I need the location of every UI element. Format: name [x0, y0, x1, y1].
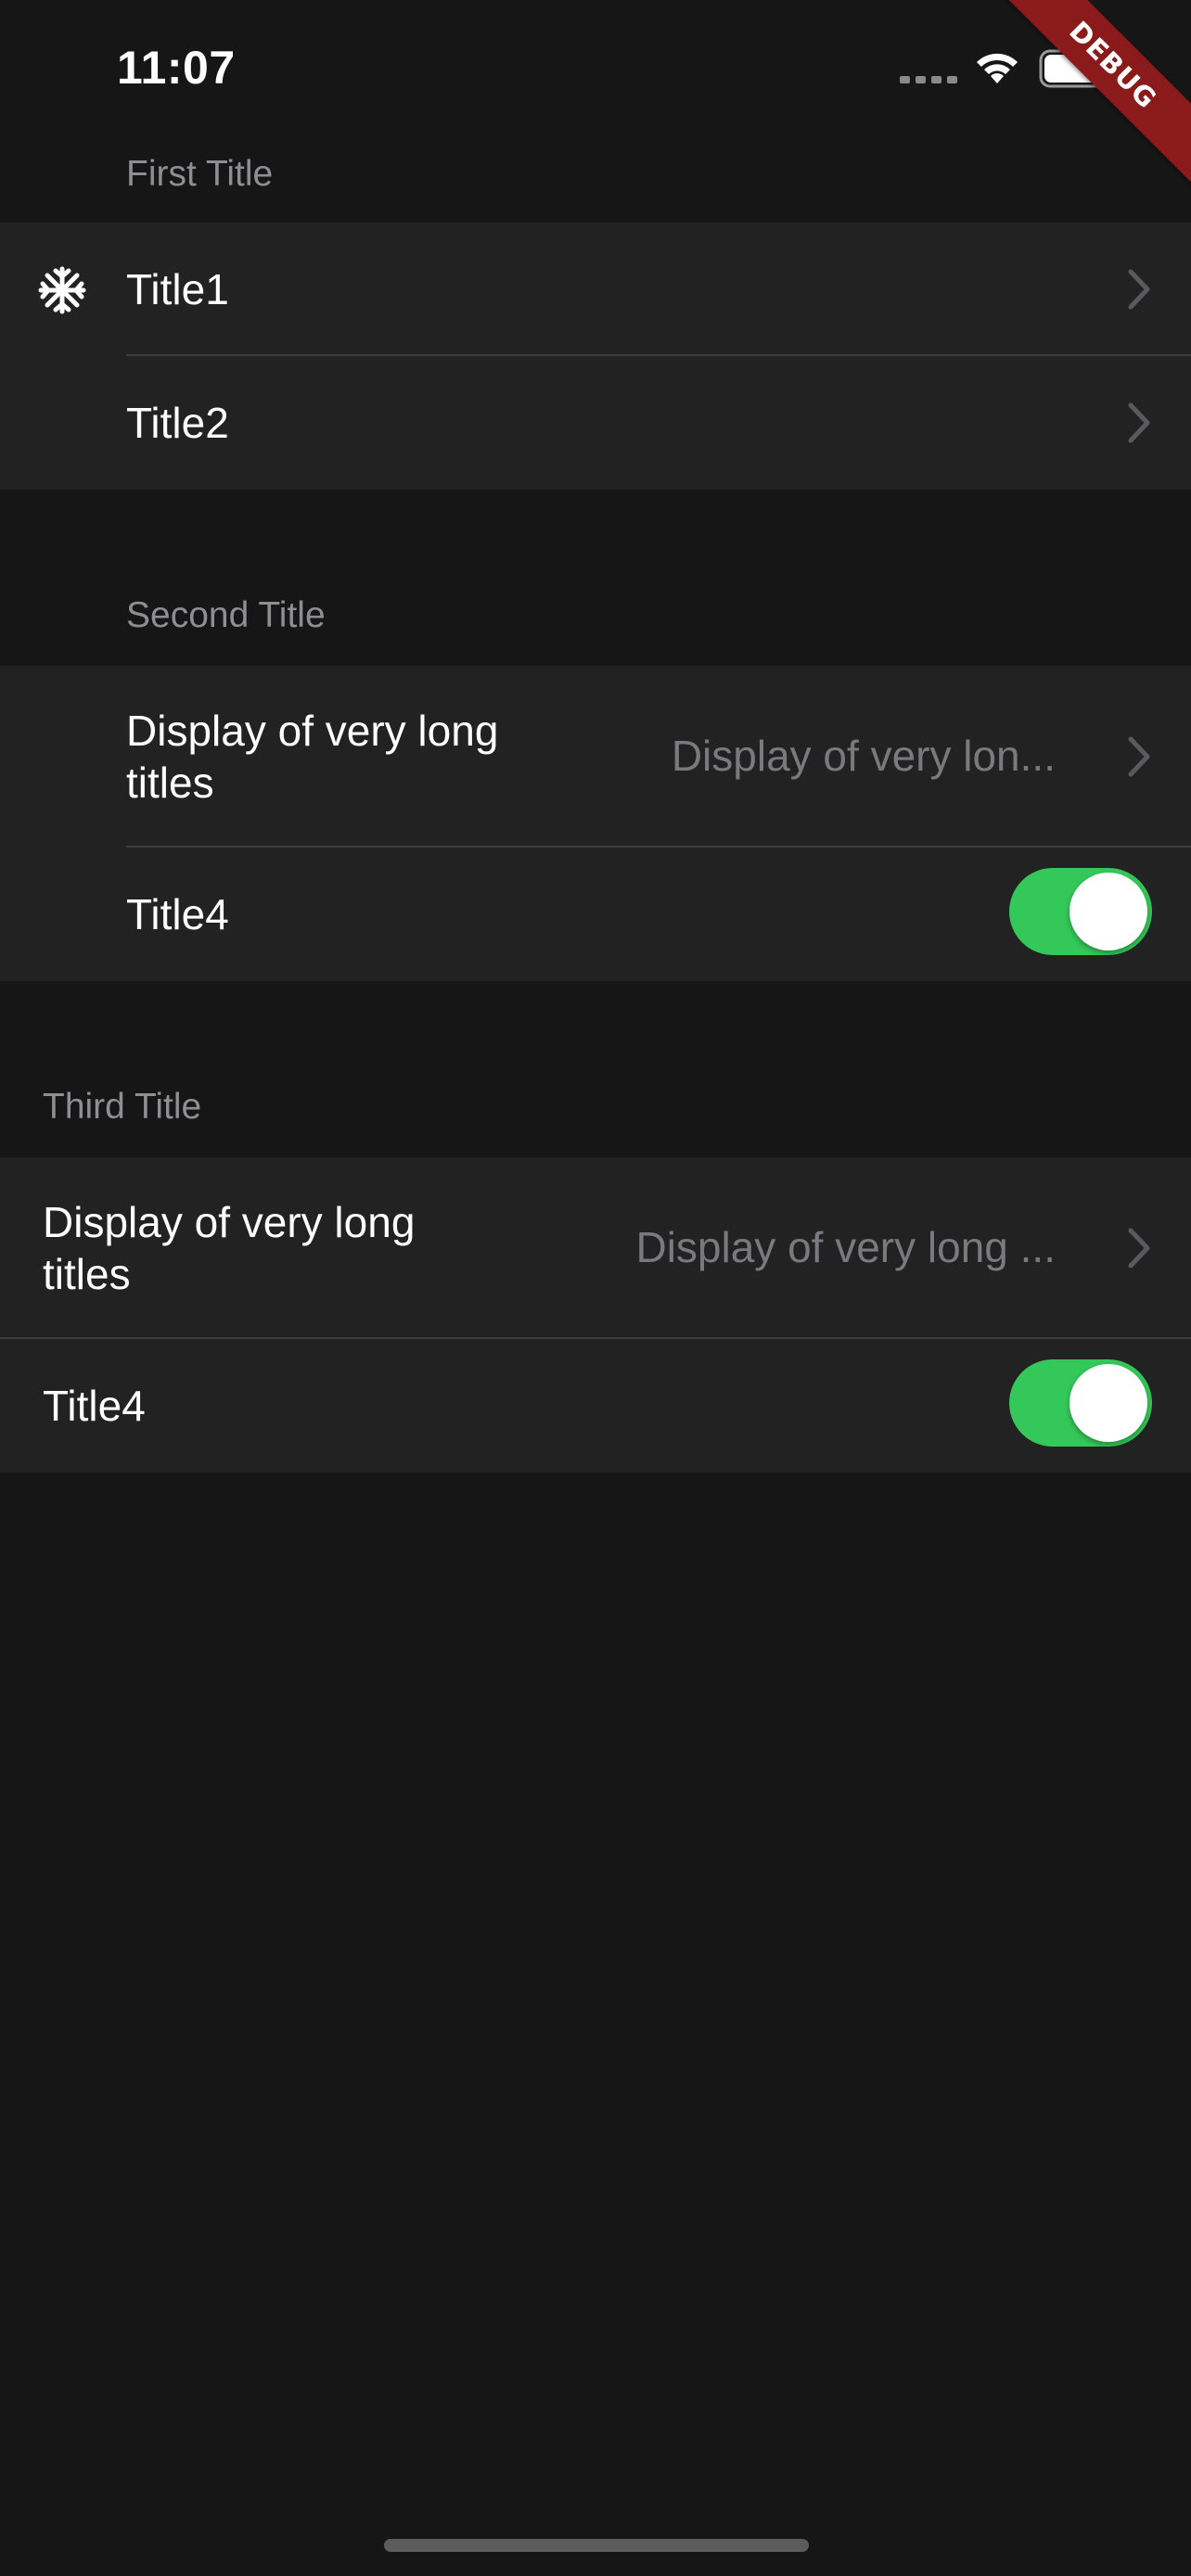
chevron-right-icon — [1128, 736, 1150, 777]
list-item-title4[interactable]: Title4 — [0, 1339, 1191, 1473]
toggle-knob — [1069, 873, 1147, 950]
section-header-second: Second Title — [126, 595, 326, 635]
status-time: 11:07 — [117, 42, 236, 94]
section-header-first: First Title — [126, 154, 274, 194]
section-header-third: Third Title — [43, 1087, 202, 1127]
list-item-value: Display of very lon... — [671, 732, 1056, 780]
toggle-knob — [1069, 1364, 1147, 1442]
title4-toggle[interactable] — [1009, 1359, 1152, 1447]
chevron-right-icon — [1128, 1228, 1150, 1269]
list-item-value: Display of very long ... — [635, 1223, 1056, 1271]
list-item-title: Title2 — [126, 399, 229, 447]
chevron-right-icon — [1128, 402, 1150, 443]
section-group-first: Title1 Title2 — [0, 223, 1191, 490]
list-item-title2[interactable]: Title2 — [0, 356, 1191, 490]
list-item-title1[interactable]: Title1 — [0, 223, 1191, 356]
wifi-icon — [977, 53, 1018, 83]
title4-toggle[interactable] — [1009, 868, 1152, 955]
list-item-title: Display of very long titles — [43, 1198, 416, 1298]
list-item-title: Title4 — [43, 1382, 146, 1430]
section-group-third: Display of very long titles Display of v… — [0, 1157, 1191, 1473]
status-bar: 11:07 — [0, 0, 1191, 130]
home-indicator[interactable] — [384, 2539, 809, 2552]
list-item-long-title[interactable]: Display of very long titles Display of v… — [0, 1157, 1191, 1339]
cellular-signal-icon — [900, 76, 957, 83]
list-item-title: Title4 — [126, 890, 229, 938]
list-item-title: Title1 — [126, 265, 229, 313]
list-item-title4[interactable]: Title4 — [0, 848, 1191, 981]
section-group-second: Display of very long titles Display of v… — [0, 666, 1191, 981]
list-item-title: Display of very long titles — [126, 707, 499, 807]
list-item-long-title[interactable]: Display of very long titles Display of v… — [0, 666, 1191, 848]
snowflake-icon — [38, 266, 86, 314]
chevron-right-icon — [1128, 269, 1150, 310]
